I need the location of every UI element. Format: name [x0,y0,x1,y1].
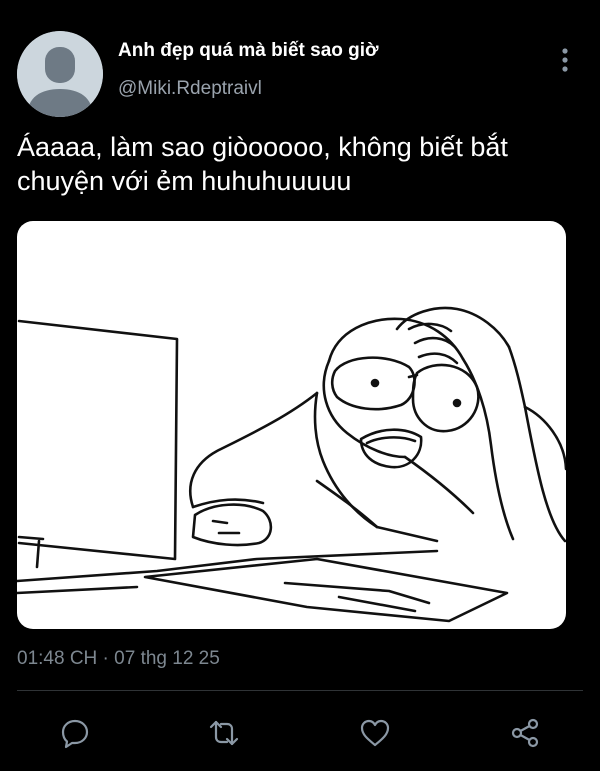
author-handle[interactable]: @Miki.Rdeptraivl [118,78,262,100]
retweet-button[interactable] [204,713,244,753]
tweet-card: Anh đẹp quá mà biết sao giờ @Miki.Rdeptr… [0,0,600,771]
reply-button[interactable] [55,713,95,753]
stressed-man-at-computer-drawing [17,306,566,623]
more-vertical-icon [562,48,568,72]
author-display-name[interactable]: Anh đẹp quá mà biết sao giờ [118,40,379,62]
comment-icon [61,719,89,749]
share-icon [511,718,539,748]
tweet-media-image[interactable] [17,221,566,629]
retweet-icon [209,720,239,746]
like-button[interactable] [355,713,395,753]
tweet-text: Áaaaa, làm sao giòooooo, không biết bắt … [17,132,508,196]
tweet-timestamp[interactable]: 01:48 CH · 07 thg 12 25 [17,648,220,670]
more-options-button[interactable] [552,44,578,76]
heart-icon [360,719,390,747]
avatar[interactable] [17,31,103,117]
divider [17,690,583,691]
share-button[interactable] [505,713,545,753]
default-avatar-icon [17,31,103,117]
